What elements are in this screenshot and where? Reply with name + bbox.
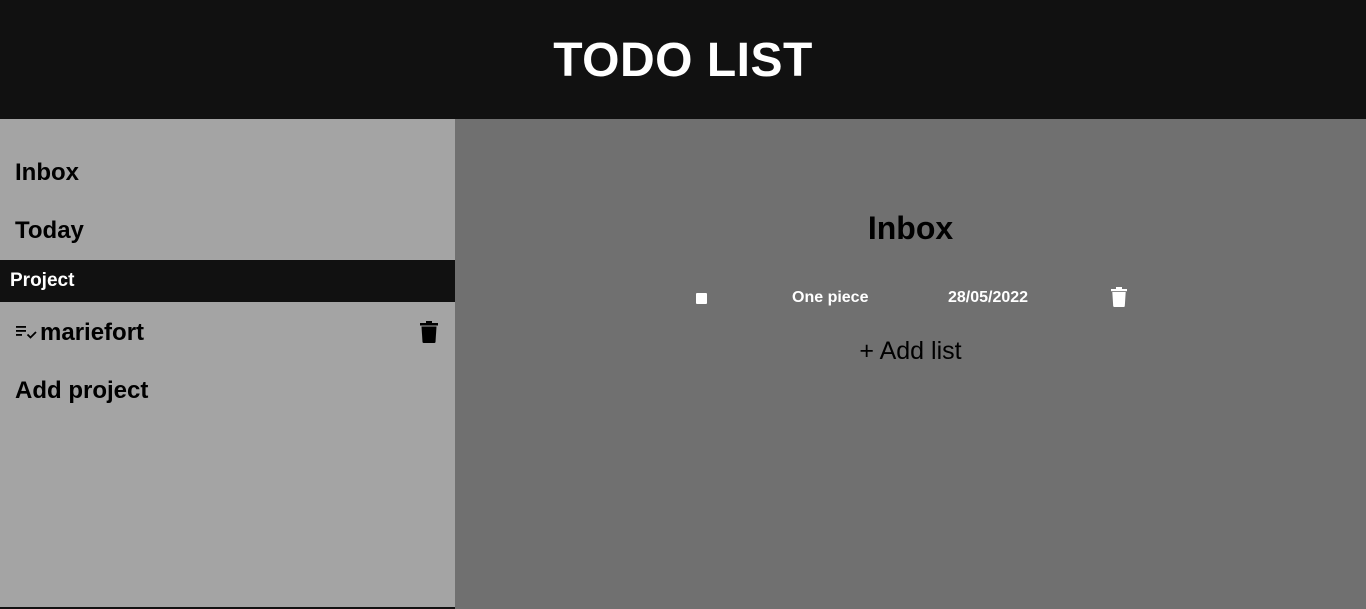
sidebar-item-inbox[interactable]: Inbox (15, 159, 79, 187)
sidebar (0, 119, 455, 608)
sidebar-item-today[interactable]: Today (15, 217, 84, 245)
project-section-header: Project (0, 260, 455, 302)
add-list-button[interactable]: + Add list (455, 337, 1366, 366)
trash-icon[interactable] (1111, 287, 1127, 307)
project-section-label: Project (10, 270, 75, 291)
todo-checkbox[interactable] (696, 293, 707, 304)
project-item[interactable]: mariefort (15, 318, 440, 348)
add-project-button[interactable]: Add project (15, 377, 148, 405)
todo-row: One piece 28/05/2022 (690, 286, 1140, 310)
app-header: TODO LIST (0, 0, 1366, 119)
trash-icon[interactable] (420, 321, 438, 343)
todo-date: 28/05/2022 (948, 289, 1029, 306)
playlist-check-icon (15, 321, 39, 345)
page-title: Inbox (867, 210, 954, 246)
project-name: mariefort (40, 319, 145, 346)
todo-name: One piece (792, 289, 869, 306)
app-title: TODO LIST (553, 34, 813, 87)
